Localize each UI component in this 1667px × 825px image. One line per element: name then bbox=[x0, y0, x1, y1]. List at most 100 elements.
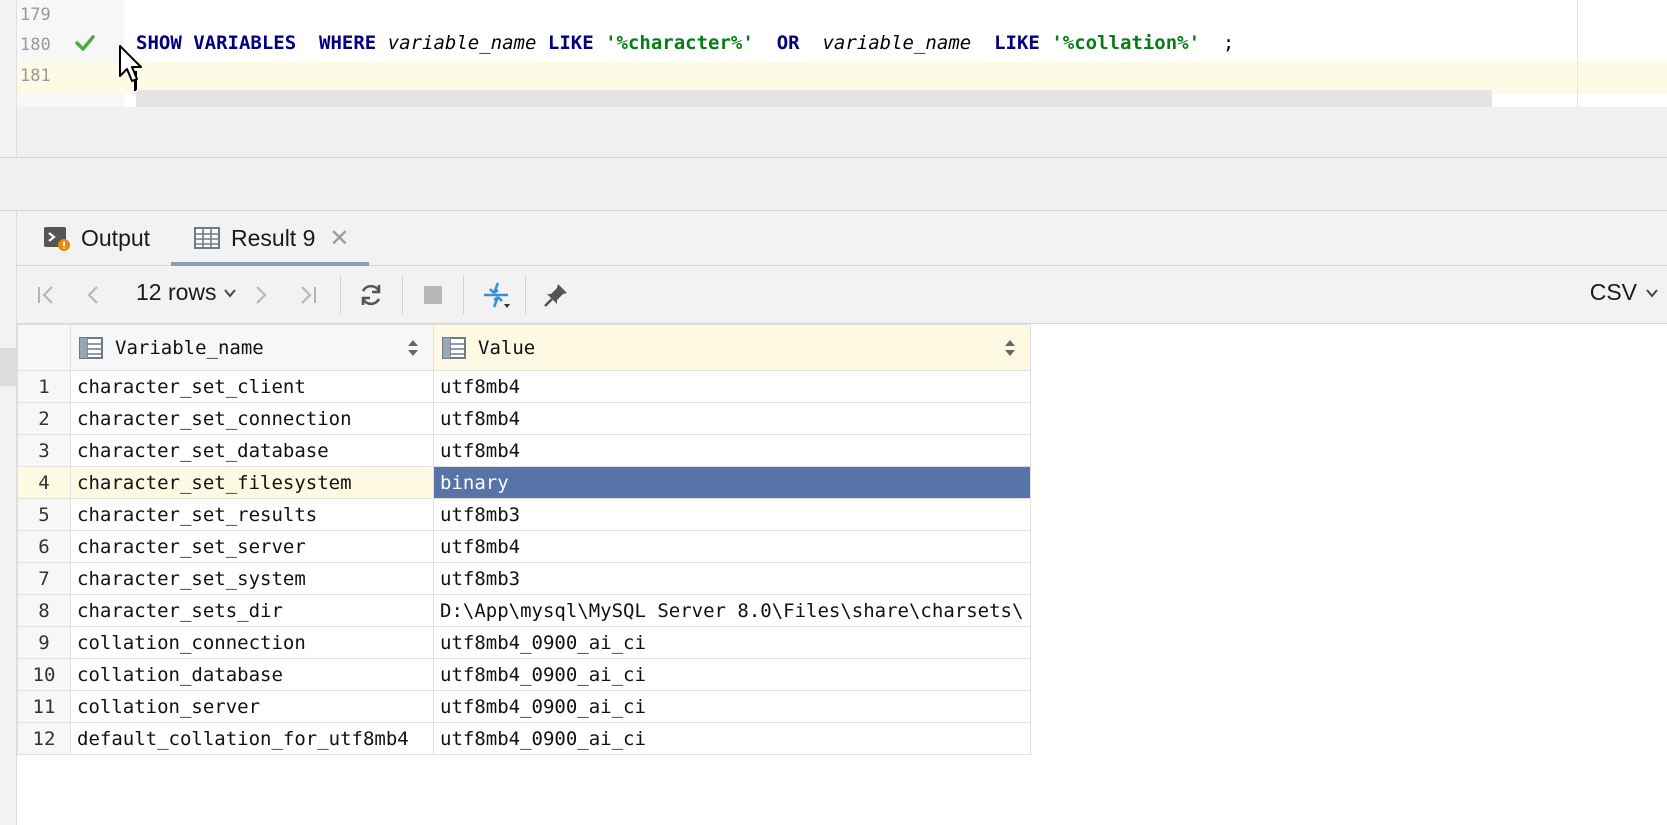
refresh-icon[interactable] bbox=[354, 278, 388, 312]
cell-variable-name[interactable]: character_set_database bbox=[70, 434, 434, 467]
statement-terminator: ; bbox=[1222, 32, 1235, 54]
export-format-dropdown[interactable]: CSV bbox=[1590, 279, 1659, 306]
cell-variable-name[interactable]: character_set_system bbox=[70, 562, 434, 595]
cell-variable-name[interactable]: default_collation_for_utf8mb4 bbox=[70, 722, 434, 755]
row-number: 5 bbox=[17, 498, 71, 531]
compare-diff-icon[interactable] bbox=[479, 278, 513, 312]
column-icon bbox=[442, 336, 466, 359]
editor-left-strip bbox=[0, 0, 17, 107]
line-number: 181 bbox=[20, 66, 51, 86]
toolbar-separator bbox=[340, 276, 341, 314]
cell-variable-name[interactable]: character_set_client bbox=[70, 370, 434, 403]
cell-variable-name[interactable]: character_set_results bbox=[70, 498, 434, 531]
column-header-variable-name[interactable]: Variable_name bbox=[70, 324, 434, 371]
table-row[interactable]: 12 default_collation_for_utf8mb4 utf8mb4_0… bbox=[17, 722, 1031, 755]
grid-header-row: Variable_name Value bbox=[17, 324, 1031, 371]
row-count-dropdown[interactable]: 12 rows bbox=[136, 279, 237, 306]
row-number: 3 bbox=[17, 434, 71, 467]
row-number: 4 bbox=[17, 466, 71, 499]
keyword: OR bbox=[776, 32, 800, 54]
right-margin-guide bbox=[1577, 0, 1578, 107]
close-icon[interactable]: ✕ bbox=[329, 224, 349, 253]
cell-variable-name[interactable]: character_sets_dir bbox=[70, 594, 434, 627]
cell-value[interactable]: utf8mb4_0900_ai_ci bbox=[433, 626, 1031, 659]
horizontal-scrollbar[interactable] bbox=[136, 90, 1492, 107]
keyword: LIKE bbox=[547, 32, 594, 54]
pin-icon[interactable] bbox=[539, 278, 573, 312]
cell-value[interactable]: utf8mb3 bbox=[433, 498, 1031, 531]
chevron-down-icon bbox=[223, 288, 236, 298]
column-header-label: Value bbox=[478, 336, 536, 359]
panel-splitter[interactable] bbox=[0, 158, 1667, 211]
next-page-icon[interactable] bbox=[243, 278, 277, 312]
mouse-pointer-icon bbox=[119, 45, 142, 82]
tab-label: Output bbox=[81, 224, 151, 251]
cell-value[interactable]: utf8mb4_0900_ai_ci bbox=[433, 658, 1031, 691]
cell-value[interactable]: utf8mb4 bbox=[433, 402, 1031, 435]
cell-value[interactable]: utf8mb4_0900_ai_ci bbox=[433, 722, 1031, 755]
table-row[interactable]: 2 character_set_connection utf8mb4 bbox=[17, 402, 1031, 435]
row-number: 8 bbox=[17, 594, 71, 627]
line-number: 180 bbox=[20, 35, 51, 55]
cell-value[interactable]: utf8mb4 bbox=[433, 370, 1031, 403]
last-page-icon[interactable] bbox=[291, 278, 325, 312]
cell-value[interactable]: D:\App\mysql\MySQL Server 8.0\Files\shar… bbox=[433, 594, 1031, 627]
chevron-down-icon bbox=[1646, 288, 1658, 298]
string-literal: '%collation%' bbox=[1051, 32, 1201, 54]
tab-result-9[interactable]: Result 9 ✕ bbox=[171, 211, 370, 266]
column-header-value[interactable]: Value bbox=[433, 324, 1031, 371]
row-number: 7 bbox=[17, 562, 71, 595]
cell-value[interactable]: utf8mb4 bbox=[433, 530, 1031, 563]
sql-editor[interactable]: 179 180 181 SHOW VARIABLES WHERE variabl… bbox=[0, 0, 1667, 107]
cell-value[interactable]: utf8mb3 bbox=[433, 562, 1031, 595]
cell-value-selected[interactable]: binary bbox=[433, 466, 1031, 499]
first-page-icon[interactable] bbox=[29, 278, 63, 312]
toolbar-separator bbox=[463, 276, 464, 314]
cell-variable-name[interactable]: collation_server bbox=[70, 690, 434, 723]
row-count-label: 12 rows bbox=[136, 279, 217, 305]
cell-variable-name[interactable]: collation_database bbox=[70, 658, 434, 691]
editor-footer-band bbox=[0, 107, 1667, 158]
table-row[interactable]: 7 character_set_system utf8mb3 bbox=[17, 562, 1031, 595]
keyword: SHOW VARIABLES bbox=[136, 32, 297, 54]
console-output-icon bbox=[44, 227, 70, 251]
line-number: 179 bbox=[20, 5, 51, 25]
table-row-selected[interactable]: 4 character_set_filesystem binary bbox=[17, 466, 1031, 499]
string-literal: '%character%' bbox=[605, 32, 754, 54]
export-format-label: CSV bbox=[1589, 279, 1637, 305]
panel-tabs: Output Result 9 ✕ bbox=[17, 211, 1667, 266]
row-number: 2 bbox=[17, 402, 71, 435]
keyword: LIKE bbox=[994, 32, 1040, 54]
cell-value[interactable]: utf8mb4_0900_ai_ci bbox=[433, 690, 1031, 723]
stop-icon[interactable] bbox=[416, 278, 450, 312]
table-row[interactable]: 3 character_set_database utf8mb4 bbox=[17, 434, 1031, 467]
cell-variable-name[interactable]: character_set_server bbox=[70, 530, 434, 563]
sort-icon[interactable] bbox=[407, 339, 419, 357]
row-number: 6 bbox=[17, 530, 71, 563]
sort-icon[interactable] bbox=[1004, 339, 1016, 357]
row-number: 9 bbox=[17, 626, 71, 659]
cell-variable-name[interactable]: character_set_filesystem bbox=[70, 466, 434, 499]
row-number-header[interactable] bbox=[17, 324, 71, 371]
result-grid: Variable_name Value 1 character_set_clie… bbox=[17, 324, 1031, 755]
table-row[interactable]: 6 character_set_server utf8mb4 bbox=[17, 530, 1031, 563]
toolbar-separator bbox=[402, 276, 403, 314]
code-line-180[interactable]: SHOW VARIABLES WHERE variable_name LIKE … bbox=[136, 32, 1234, 54]
check-icon bbox=[75, 35, 95, 51]
table-row[interactable]: 11 collation_server utf8mb4_0900_ai_ci bbox=[17, 690, 1031, 723]
cell-value[interactable]: utf8mb4 bbox=[433, 434, 1031, 467]
row-number: 1 bbox=[17, 370, 71, 403]
identifier: variable_name bbox=[822, 32, 972, 54]
table-row[interactable]: 10 collation_database utf8mb4_0900_ai_ci bbox=[17, 658, 1031, 691]
table-row[interactable]: 1 character_set_client utf8mb4 bbox=[17, 370, 1031, 403]
previous-page-icon[interactable] bbox=[77, 278, 111, 312]
table-row[interactable]: 5 character_set_results utf8mb3 bbox=[17, 498, 1031, 531]
result-toolbar: 12 rows CSV bbox=[17, 266, 1667, 324]
row-number: 10 bbox=[17, 658, 71, 691]
tab-output[interactable]: Output bbox=[43, 211, 150, 265]
table-row[interactable]: 8 character_sets_dir D:\App\mysql\MySQL Se… bbox=[17, 594, 1031, 627]
cell-variable-name[interactable]: character_set_connection bbox=[70, 402, 434, 435]
column-icon bbox=[79, 336, 103, 359]
cell-variable-name[interactable]: collation_connection bbox=[70, 626, 434, 659]
table-row[interactable]: 9 collation_connection utf8mb4_0900_ai_ci bbox=[17, 626, 1031, 659]
